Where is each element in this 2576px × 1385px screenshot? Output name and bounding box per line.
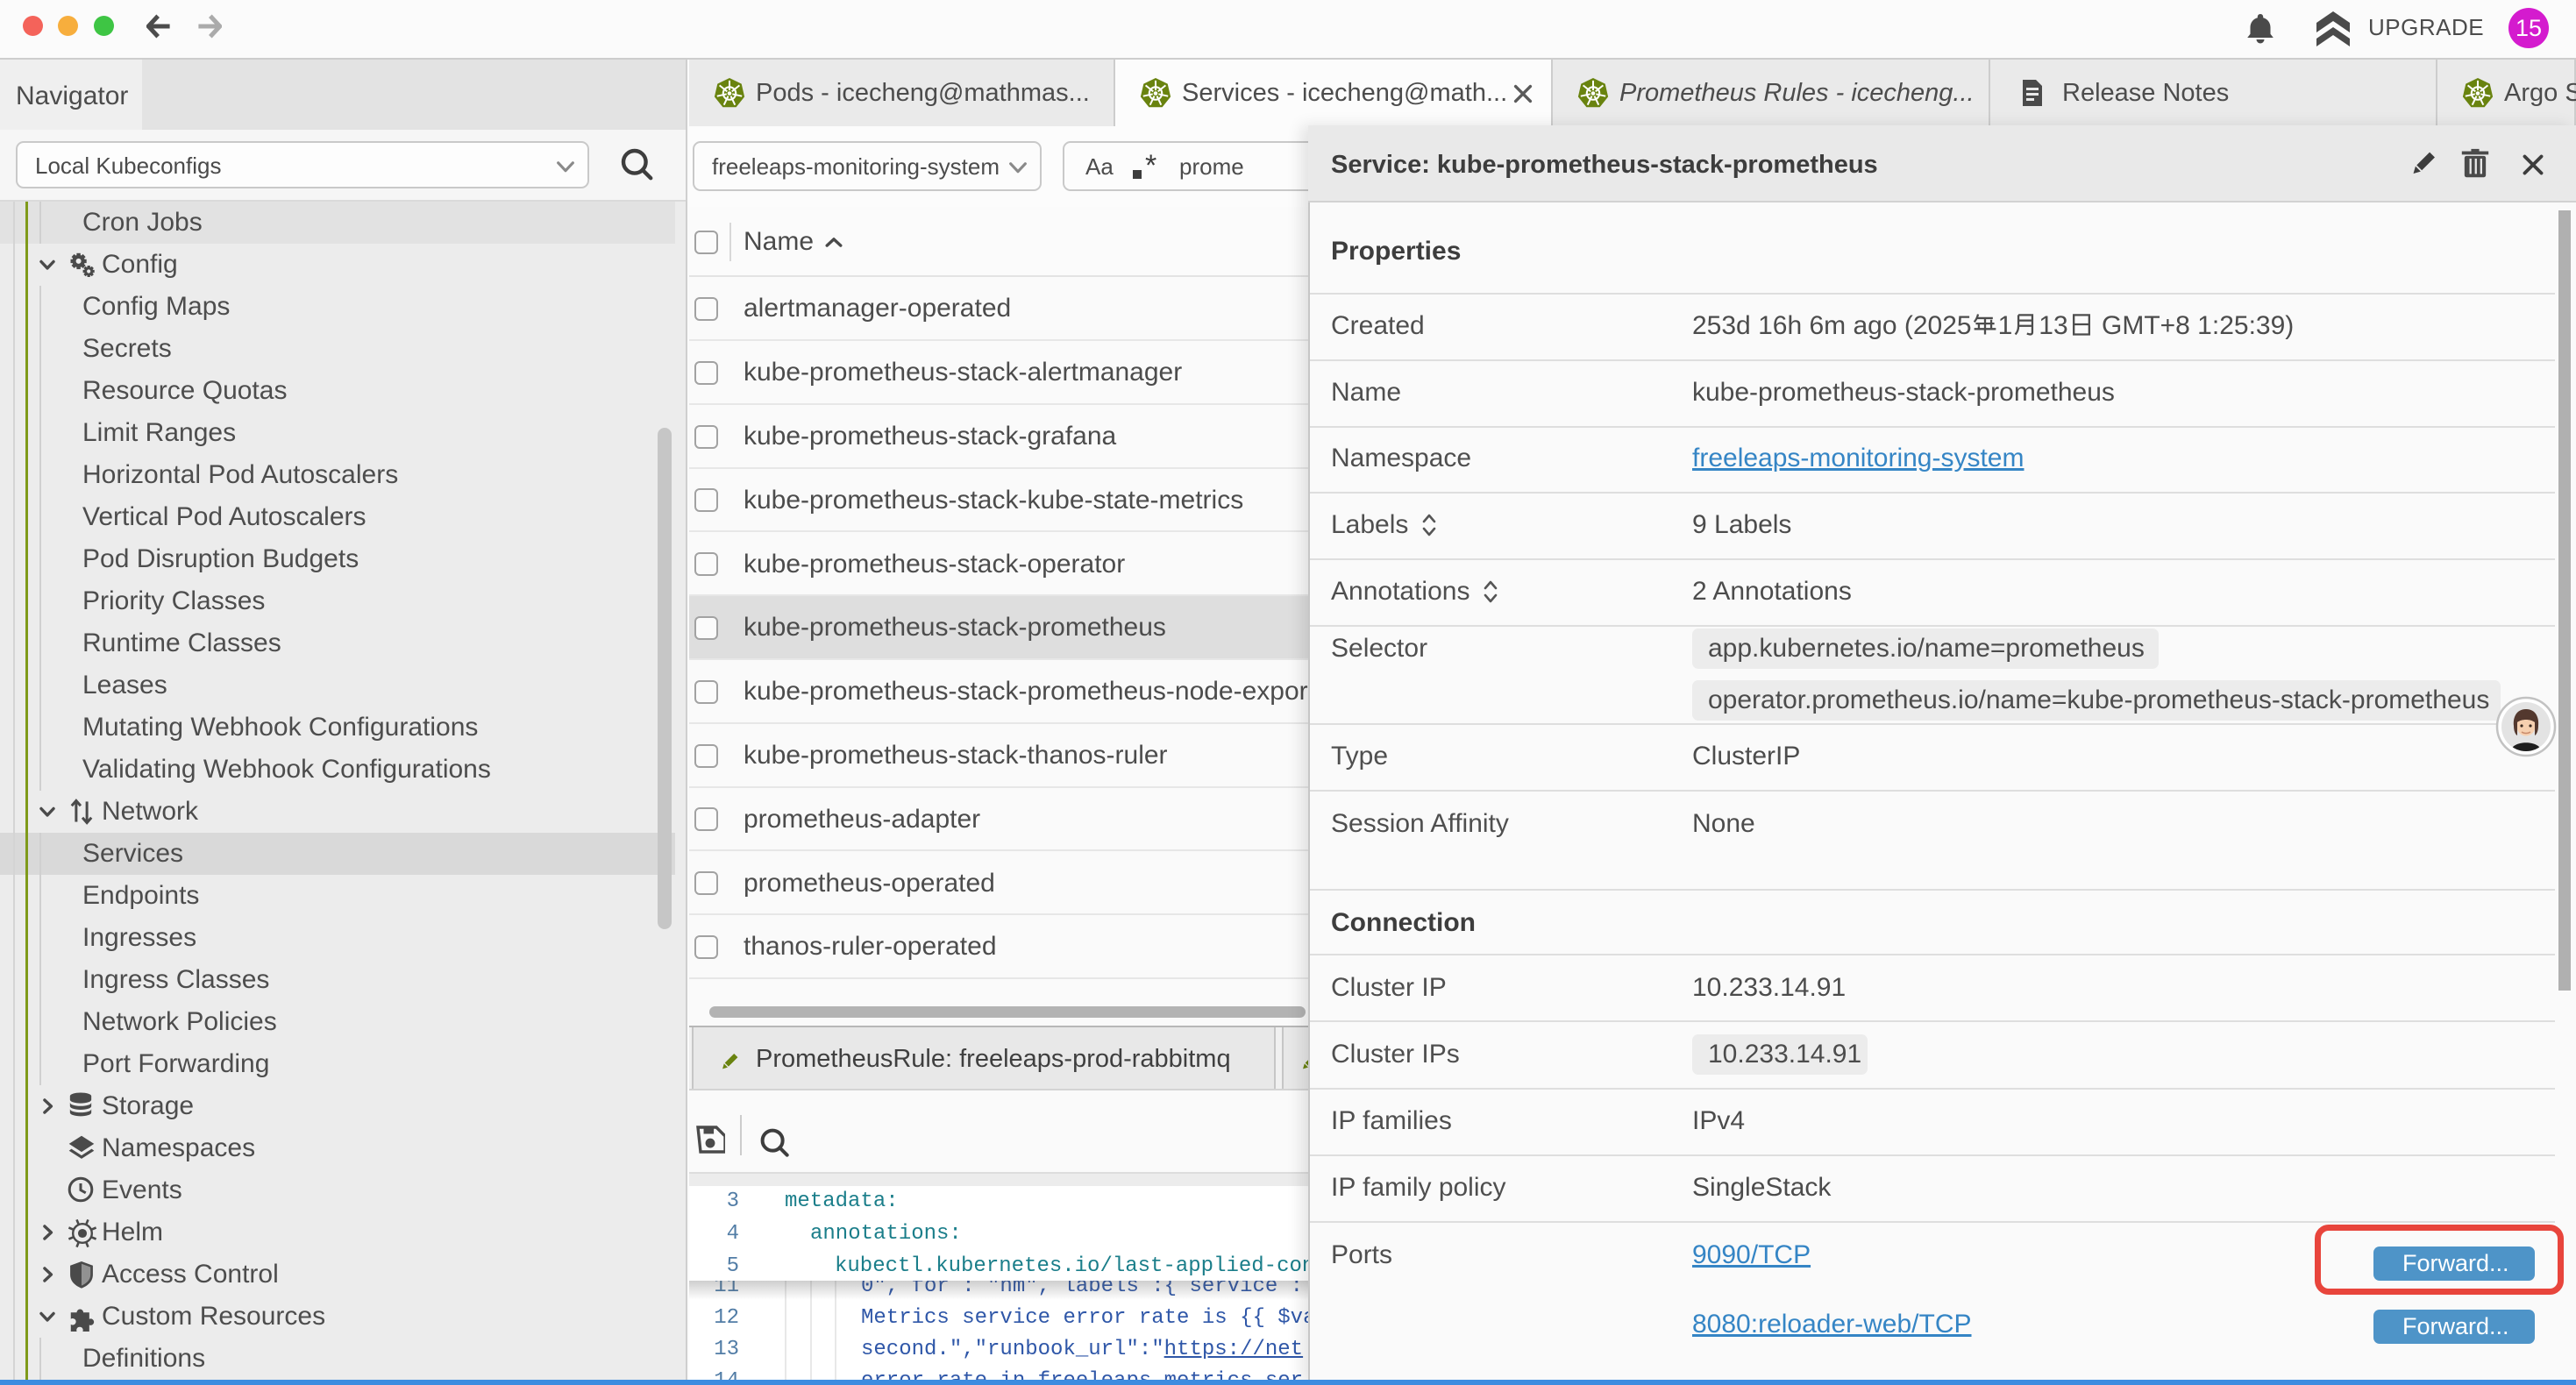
svg-text:*: * <box>1145 149 1156 182</box>
